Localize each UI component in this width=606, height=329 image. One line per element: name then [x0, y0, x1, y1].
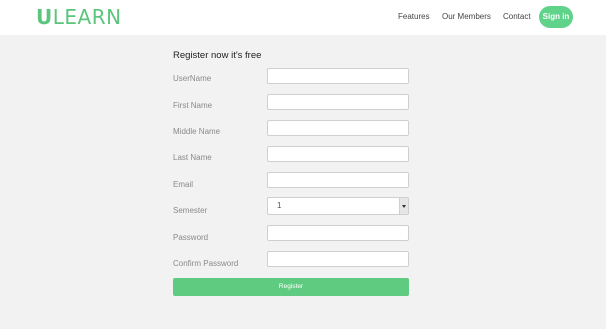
- registration-section: Register now it's free UserName First Na…: [0, 35, 606, 329]
- nav-link-contact[interactable]: Contact: [503, 12, 531, 21]
- form-title: Register now it's free: [173, 50, 262, 61]
- nav-link-features[interactable]: Features: [398, 12, 430, 21]
- confirm-password-label: Confirm Password: [173, 259, 239, 268]
- logo-text: LEARN: [52, 5, 122, 29]
- semester-label: Semester: [173, 206, 208, 215]
- dropdown-arrow-icon[interactable]: [399, 198, 408, 214]
- middle-name-label: Middle Name: [173, 127, 221, 136]
- top-navigation-bar: ULEARN Features Our Members Contact Sign…: [0, 0, 606, 35]
- ulearn-logo[interactable]: ULEARN: [36, 6, 122, 28]
- last-name-input[interactable]: [267, 146, 409, 162]
- last-name-label: Last Name: [173, 153, 212, 162]
- nav-link-our-members[interactable]: Our Members: [442, 12, 491, 21]
- password-label: Password: [173, 233, 209, 242]
- first-name-input[interactable]: [267, 94, 409, 110]
- username-label: UserName: [173, 74, 212, 83]
- username-input[interactable]: [267, 68, 409, 84]
- email-label: Email: [173, 180, 194, 189]
- logo-letter-u: U: [36, 5, 53, 29]
- register-button[interactable]: Register: [173, 278, 409, 296]
- first-name-label: First Name: [173, 101, 213, 110]
- password-input[interactable]: [267, 225, 409, 241]
- sign-in-button[interactable]: Sign in: [539, 6, 573, 28]
- confirm-password-input[interactable]: [267, 251, 409, 267]
- email-input[interactable]: [267, 172, 409, 188]
- middle-name-input[interactable]: [267, 120, 409, 136]
- semester-select[interactable]: 1: [267, 197, 409, 215]
- semester-selected-value: 1: [277, 201, 282, 210]
